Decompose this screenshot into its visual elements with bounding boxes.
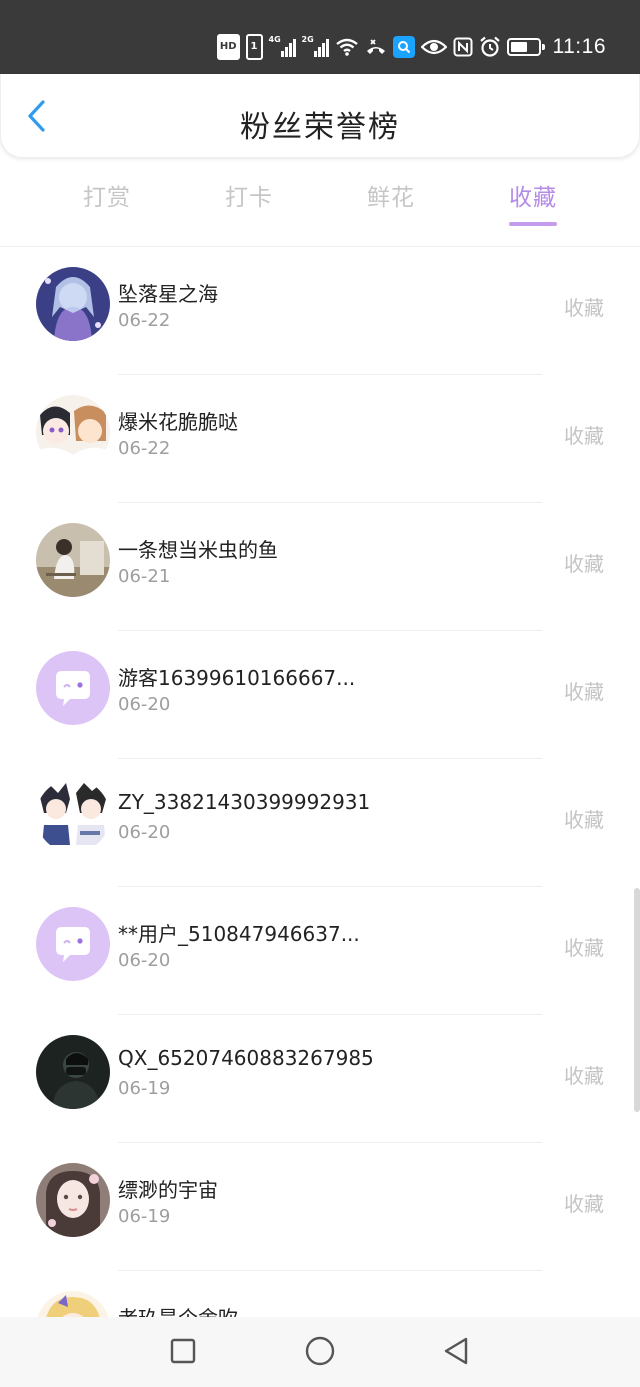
item-date: 06-19 xyxy=(118,1078,171,1099)
tab-bar: 打赏 打卡 鲜花 收藏 xyxy=(0,170,640,246)
item-date: 06-22 xyxy=(118,438,171,459)
item-date: 06-20 xyxy=(118,822,171,843)
list-item[interactable]: ZY_33821430399992931 06-20 收藏 xyxy=(0,759,640,887)
tab-flowers[interactable]: 鲜花 xyxy=(331,178,451,212)
item-date: 06-22 xyxy=(118,310,171,331)
signal-2g-icon: 2G xyxy=(301,35,329,57)
recent-apps-icon xyxy=(169,1337,197,1369)
sim-icon: 1 xyxy=(245,34,263,60)
battery-icon xyxy=(506,38,545,56)
default-chat-avatar[interactable] xyxy=(36,907,110,981)
hd-icon: HD xyxy=(216,34,240,60)
default-chat-avatar[interactable] xyxy=(36,651,110,725)
favorite-label: 收藏 xyxy=(564,808,604,832)
favorite-label: 收藏 xyxy=(564,424,604,448)
list-item[interactable]: QX_65207460883267985 06-19 收藏 xyxy=(0,1015,640,1143)
user-name: QX_65207460883267985 xyxy=(118,1046,374,1070)
app-header: 粉丝荣誉榜 xyxy=(0,74,640,158)
list-item[interactable]: 一条想当米虫的鱼 06-21 收藏 xyxy=(0,503,640,631)
list-item[interactable]: **用户_510847946637... 06-20 收藏 xyxy=(0,887,640,1015)
item-date: 06-21 xyxy=(118,566,171,587)
status-icons: HD 1 4G 2G 11:16 xyxy=(216,32,606,62)
anime-duo-avatar[interactable] xyxy=(36,779,110,853)
item-date: 06-20 xyxy=(118,950,171,971)
user-name: 缥渺的宇宙 xyxy=(118,1178,218,1202)
item-date: 06-20 xyxy=(118,694,171,715)
anime-character-avatar[interactable] xyxy=(36,267,110,341)
eye-icon xyxy=(420,34,447,60)
user-name: 爆米花脆脆哒 xyxy=(118,410,238,434)
fan-list[interactable]: 坠落星之海 06-22 收藏 爆米花脆脆哒 06-22 收藏 一条想当米虫的鱼 … xyxy=(0,247,640,1317)
call-icon xyxy=(365,34,387,60)
favorite-label: 收藏 xyxy=(564,1192,604,1216)
user-name: 游客16399610166667... xyxy=(118,666,356,690)
user-name: 老玖是个舍吹 xyxy=(118,1302,238,1317)
favorite-label: 收藏 xyxy=(564,1064,604,1088)
list-item[interactable]: 游客16399610166667... 06-20 收藏 xyxy=(0,631,640,759)
signal-4g-label: 4G xyxy=(268,35,281,44)
favorite-label: 收藏 xyxy=(564,936,604,960)
search-app-icon xyxy=(392,36,415,58)
favorite-label: 收藏 xyxy=(564,552,604,576)
tab-label: 打赏 xyxy=(83,185,131,211)
home-icon xyxy=(304,1335,336,1371)
user-name: **用户_510847946637... xyxy=(118,922,360,946)
list-item[interactable]: 爆米花脆脆哒 06-22 收藏 xyxy=(0,375,640,503)
tab-reward[interactable]: 打赏 xyxy=(47,178,167,212)
nfc-icon xyxy=(453,34,473,60)
list-item[interactable]: 缥渺的宇宙 06-19 收藏 xyxy=(0,1143,640,1271)
signal-2g-label: 2G xyxy=(301,35,314,44)
wifi-icon xyxy=(335,34,359,60)
active-tab-indicator xyxy=(509,222,557,226)
item-date: 06-19 xyxy=(118,1206,171,1227)
tab-label: 收藏 xyxy=(509,185,557,211)
scrollbar[interactable] xyxy=(634,888,640,1112)
tab-label: 打卡 xyxy=(225,185,273,211)
portrait-avatar[interactable] xyxy=(36,1163,110,1237)
photo-avatar[interactable] xyxy=(36,523,110,597)
user-name: ZY_33821430399992931 xyxy=(118,790,371,814)
anime-duo-avatar[interactable] xyxy=(36,395,110,469)
back-nav-button[interactable] xyxy=(439,1336,473,1370)
favorite-label: 收藏 xyxy=(564,680,604,704)
recent-apps-button[interactable] xyxy=(166,1336,200,1370)
status-bar: HD 1 4G 2G 11:16 xyxy=(0,0,640,74)
system-nav-bar xyxy=(0,1317,640,1387)
home-button[interactable] xyxy=(303,1336,337,1370)
list-item[interactable]: 老玖是个舍吹 xyxy=(0,1271,640,1317)
signal-4g-icon: 4G xyxy=(268,35,296,57)
back-icon xyxy=(441,1336,471,1370)
dark-photo-avatar[interactable] xyxy=(36,1035,110,1109)
status-time: 11:16 xyxy=(552,35,606,58)
tab-checkin[interactable]: 打卡 xyxy=(189,178,309,212)
favorite-label: 收藏 xyxy=(564,296,604,320)
alarm-icon xyxy=(479,34,501,60)
list-item[interactable]: 坠落星之海 06-22 收藏 xyxy=(0,247,640,375)
battery-level xyxy=(510,42,527,52)
user-name: 一条想当米虫的鱼 xyxy=(118,538,278,562)
tab-label: 鲜花 xyxy=(367,185,415,211)
user-name: 坠落星之海 xyxy=(118,282,218,306)
page-title: 粉丝荣誉榜 xyxy=(240,110,400,145)
tab-favorites[interactable]: 收藏 xyxy=(473,178,593,226)
anime-character-avatar[interactable] xyxy=(36,1291,110,1317)
